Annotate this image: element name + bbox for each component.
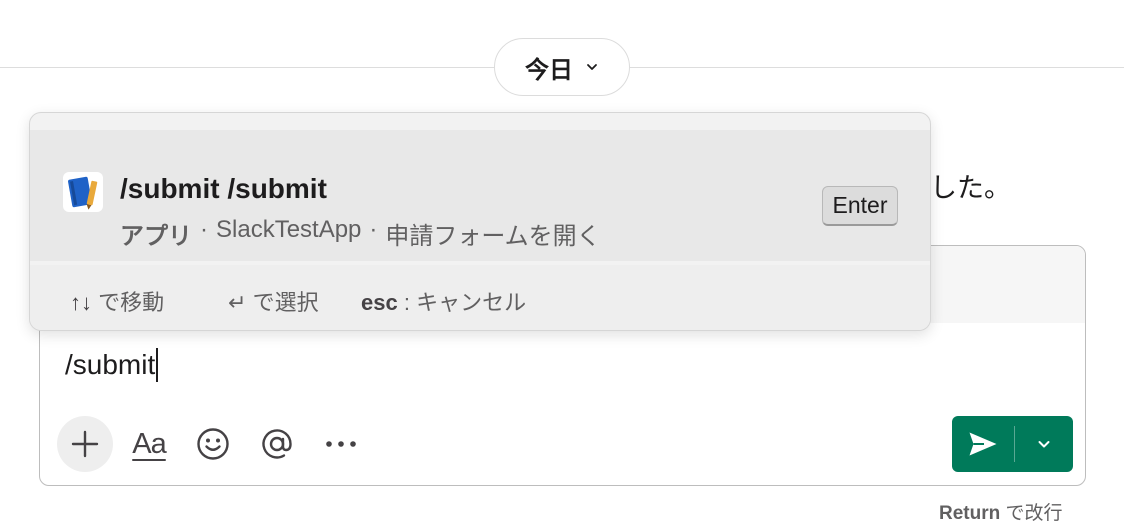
slash-command-autocomplete: /submit /submit アプリ · SlackTestApp · 申請フ… [29,112,931,331]
select-key: ↵ [228,290,247,315]
command-description: 申請フォームを開く [385,223,601,250]
chevron-down-icon [587,64,597,70]
navigate-label: で移動 [98,290,165,315]
cancel-hint: esc : キャンセル [361,285,526,317]
select-label: で選択 [252,290,319,315]
command-app-name: SlackTestApp [216,216,362,243]
plus-icon [71,430,99,458]
navigate-keys: ↑↓ [70,290,92,315]
meta-separator: · [200,216,208,243]
send-options-button[interactable] [1015,416,1073,472]
navigate-hint: ↑↓ で移動 [70,285,164,317]
enter-key-hint: Enter [822,186,898,226]
cancel-label: : キャンセル [403,290,527,315]
send-icon [969,432,997,456]
text-caret [156,348,159,382]
message-input-value: /submit [65,349,156,380]
date-jump-button[interactable]: 今日 [494,38,630,96]
emoji-button[interactable] [185,416,241,472]
notebook-icon [63,172,103,212]
send-button-group [952,416,1073,472]
at-icon [262,429,292,459]
chevron-down-icon [1038,441,1050,448]
mention-button[interactable] [249,416,305,472]
return-key: Return [939,503,1001,524]
command-source: アプリ [120,223,192,250]
return-hint-label: で改行 [1005,503,1063,524]
message-input[interactable]: /submit [65,348,159,382]
command-suggestion[interactable]: /submit /submit アプリ · SlackTestApp · 申請フ… [30,130,930,261]
background-message-text: した。 [930,173,1011,203]
add-button[interactable] [57,416,113,472]
return-hint: Return で改行 [939,498,1063,525]
select-hint: ↵ で選択 [228,285,319,317]
smile-icon [197,428,229,460]
meta-separator: · [369,216,378,243]
more-actions-button[interactable] [313,416,369,472]
command-meta: アプリ · SlackTestApp · 申請フォームを開く [120,216,601,251]
command-title: /submit /submit [120,173,327,204]
autocomplete-footer: ↑↓ で移動 ↵ で選択 esc : キャンセル [30,265,930,330]
send-button[interactable] [952,416,1014,472]
date-label: 今日 [525,56,573,84]
formatting-label: Aa [132,427,166,460]
ellipsis-icon [326,441,356,447]
formatting-button[interactable]: Aa [121,416,177,472]
composer-toolbar: Aa [57,416,377,472]
cancel-key: esc [361,290,398,315]
